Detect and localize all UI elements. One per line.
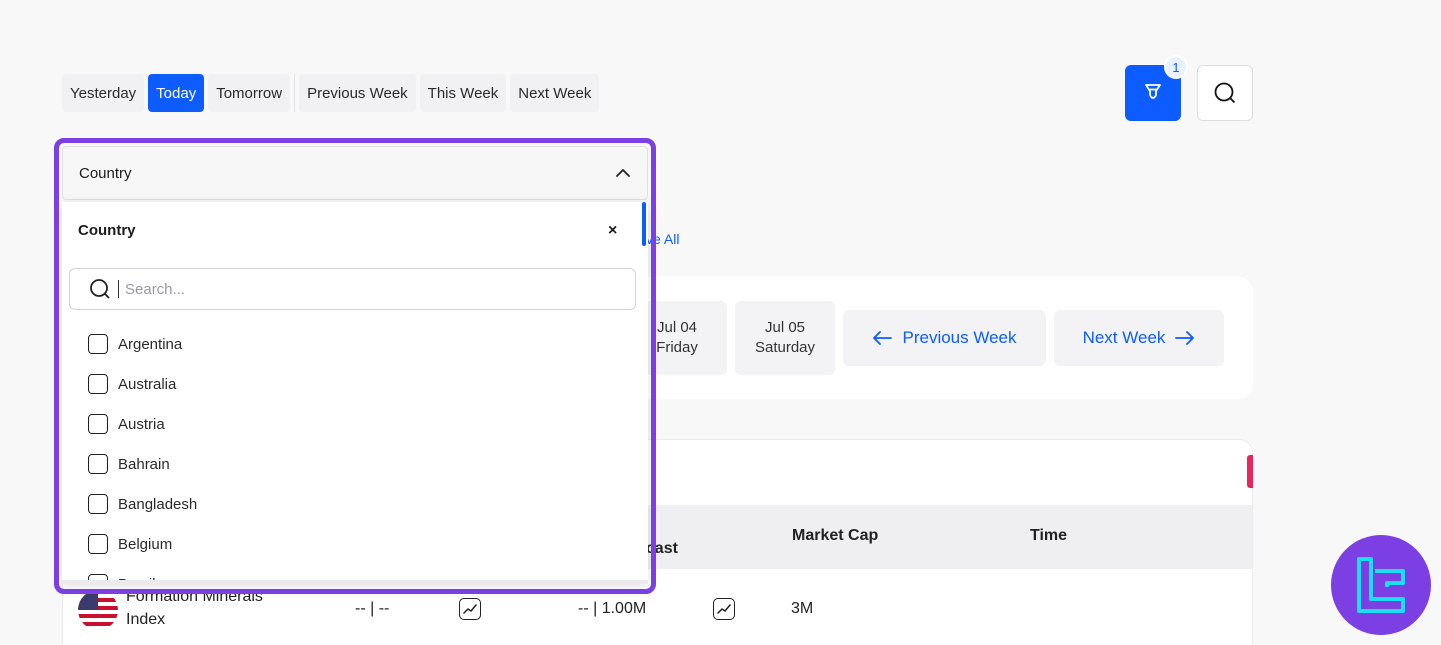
search-icon bbox=[1214, 82, 1236, 104]
filter-count-badge: 1 bbox=[1164, 55, 1188, 79]
day-weekday: Saturday bbox=[754, 339, 816, 356]
next-week-button[interactable]: Next Week bbox=[1054, 310, 1224, 366]
column-market-cap: Market Cap bbox=[792, 527, 879, 544]
search-button[interactable] bbox=[1197, 65, 1253, 121]
highlight-outline bbox=[54, 138, 656, 594]
status-tag bbox=[1247, 455, 1253, 488]
forecast-value: -- | 1.00M bbox=[578, 600, 647, 617]
tab-yesterday[interactable]: Yesterday bbox=[62, 74, 145, 112]
day-date: Jul 05 bbox=[764, 319, 806, 336]
arrow-left-icon bbox=[873, 331, 893, 345]
day-tile-jul-05[interactable]: Jul 05 Saturday bbox=[735, 301, 835, 375]
tab-today[interactable]: Today bbox=[148, 74, 205, 112]
actual-value: -- | -- bbox=[355, 600, 390, 617]
tab-tomorrow[interactable]: Tomorrow bbox=[208, 74, 291, 112]
tab-divider bbox=[294, 74, 296, 112]
filter-icon bbox=[1145, 84, 1161, 99]
previous-week-label: Previous Week bbox=[902, 328, 1017, 347]
tab-this-week[interactable]: This Week bbox=[419, 74, 507, 112]
day-weekday: Friday bbox=[656, 339, 698, 356]
trend-chart-icon[interactable] bbox=[459, 598, 481, 620]
column-time: Time bbox=[1030, 527, 1068, 544]
tab-previous-week[interactable]: Previous Week bbox=[299, 74, 416, 112]
previous-week-button[interactable]: Previous Week bbox=[843, 310, 1046, 366]
next-week-label: Next Week bbox=[1082, 328, 1166, 347]
us-flag-icon bbox=[78, 590, 118, 630]
date-filter-tabs: Yesterday Today Tomorrow Previous Week T… bbox=[62, 74, 600, 112]
market-cap-value: 3M bbox=[791, 600, 814, 617]
day-date: Jul 04 bbox=[656, 319, 698, 336]
tab-next-week[interactable]: Next Week bbox=[510, 74, 600, 112]
trend-chart-icon[interactable] bbox=[713, 598, 735, 620]
event-name-line2[interactable]: Index bbox=[126, 611, 165, 629]
brand-logo bbox=[1331, 535, 1431, 635]
arrow-right-icon bbox=[1175, 331, 1195, 345]
